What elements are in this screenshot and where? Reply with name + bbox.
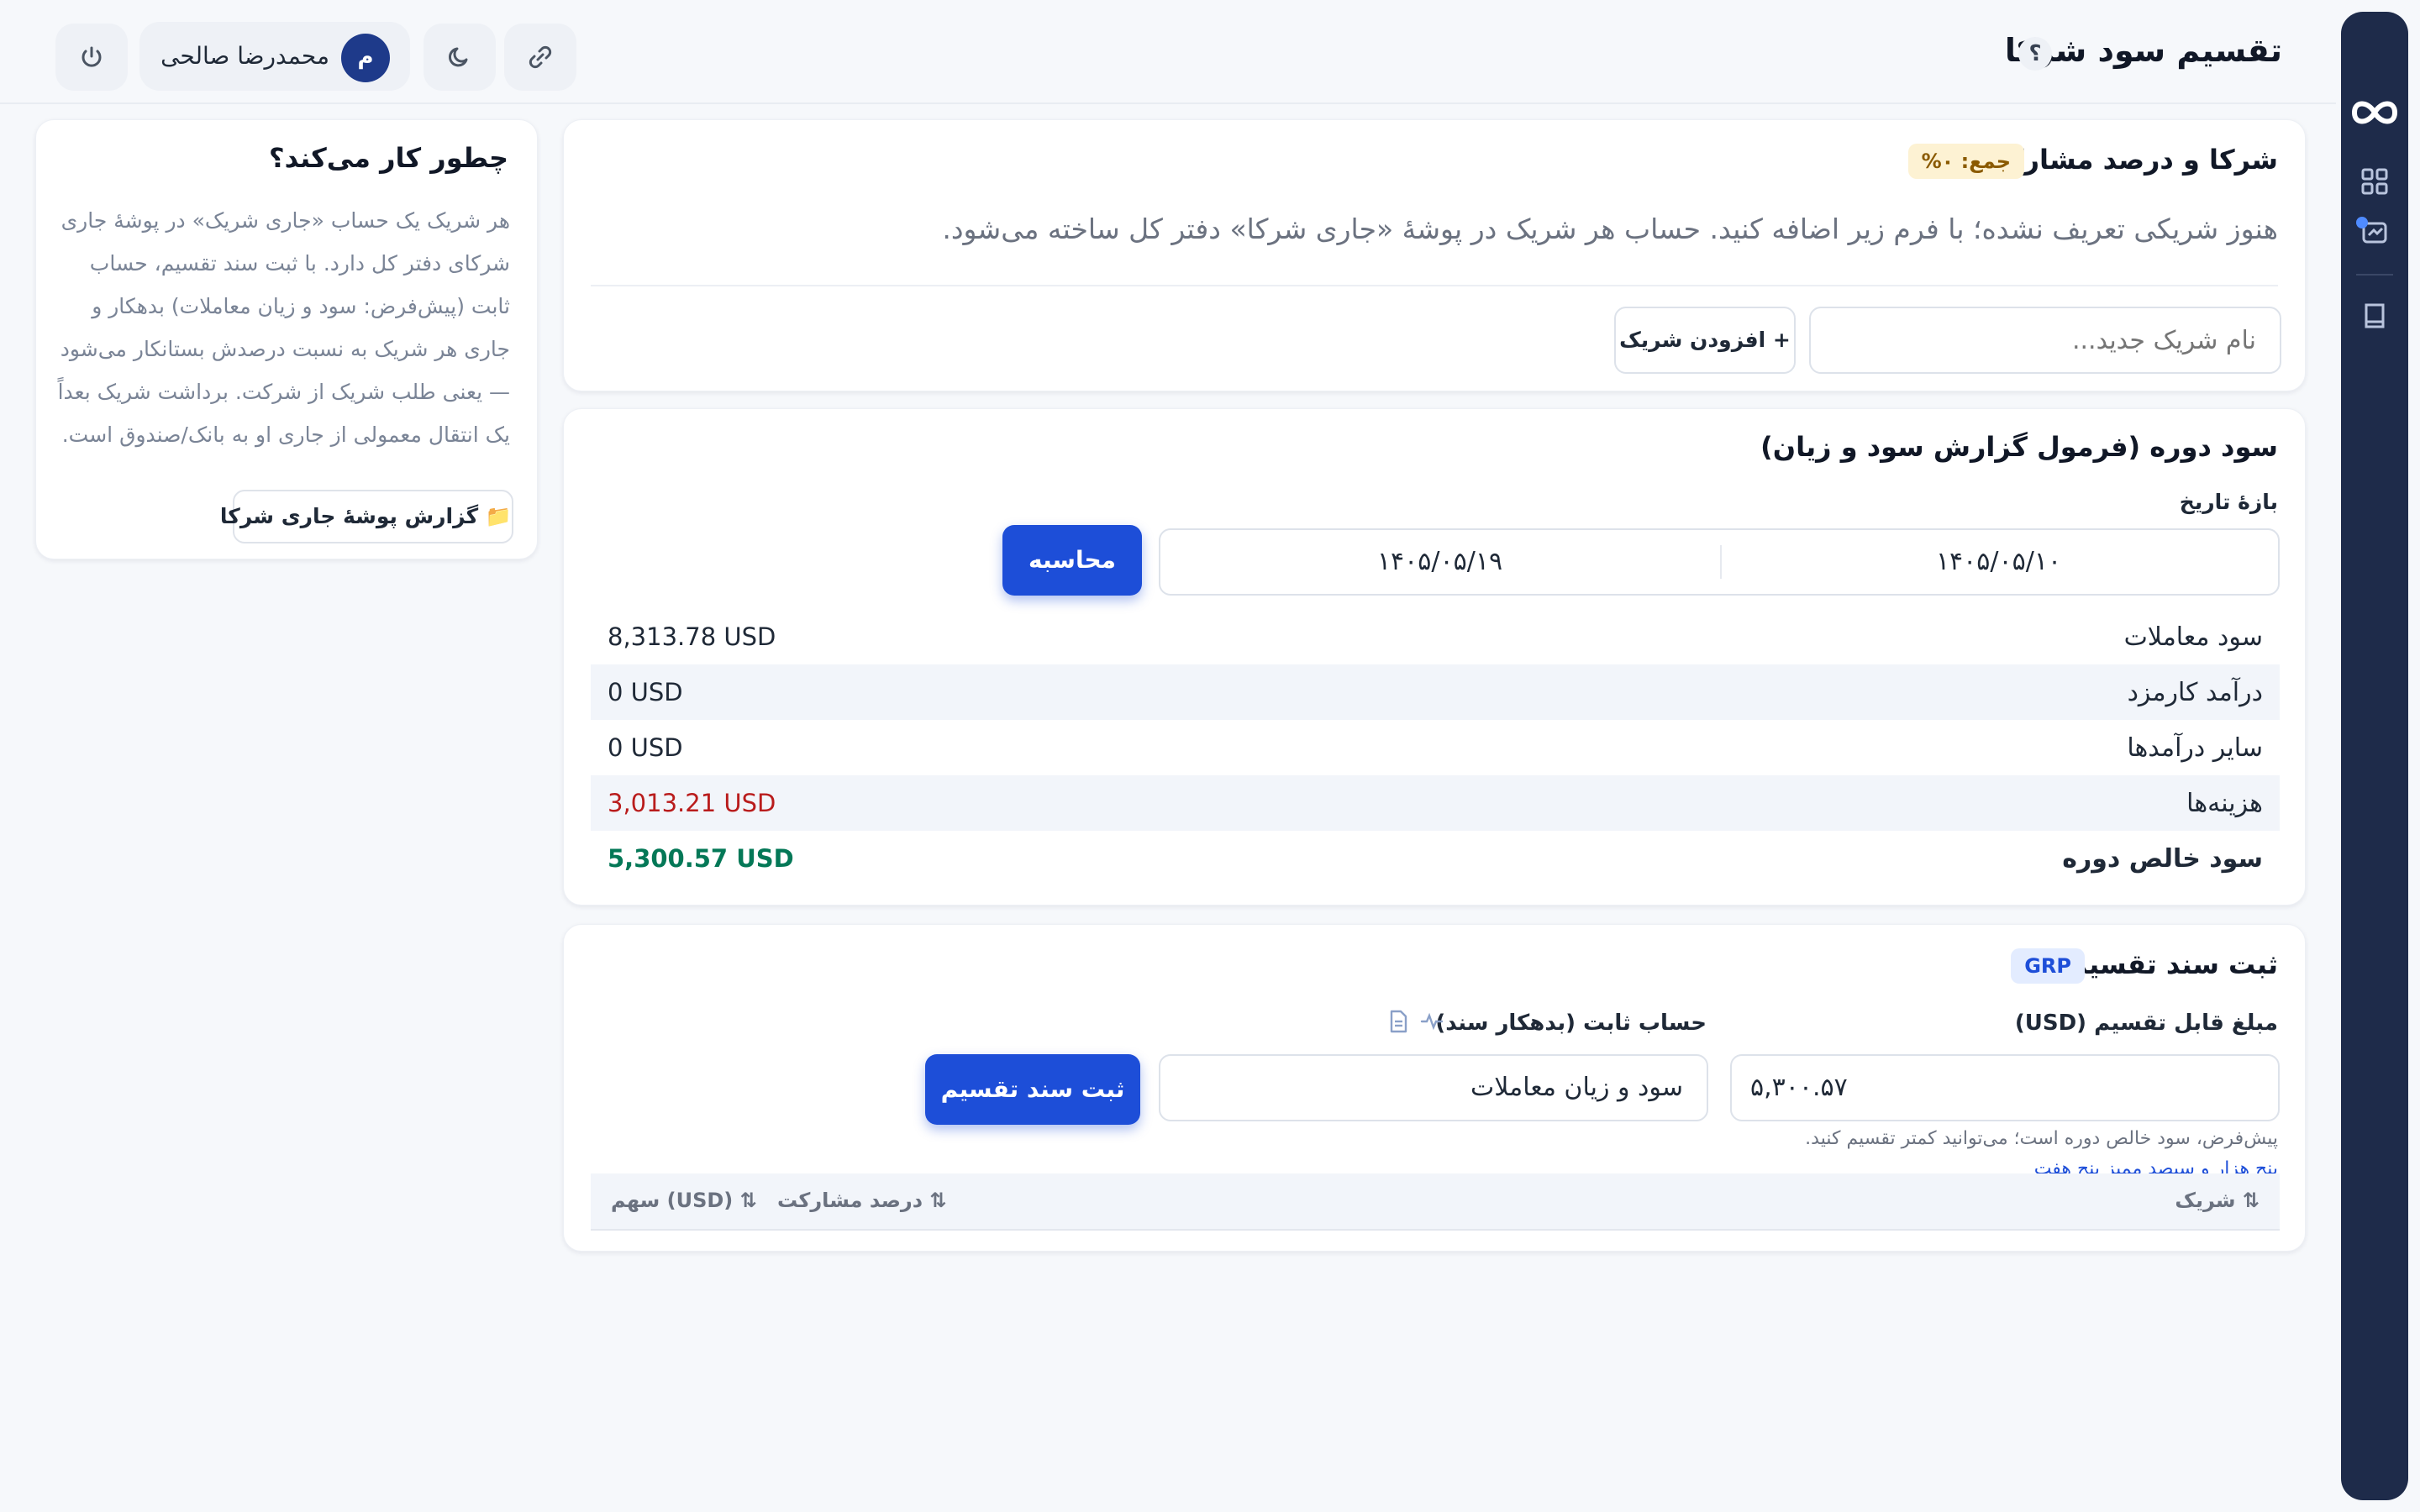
column-header-partner[interactable]: ⇅ شریک — [2175, 1189, 2260, 1212]
shares-table-header: ⇅ شریک ⇅ درصد مشارکت ⇅ (USD) سهم — [591, 1173, 2280, 1231]
profit-row-trade: سود معاملات 8,313.78 USD — [591, 609, 2280, 664]
distribution-card: ثبت سند تقسیم GRP مبلغ قابل تقسیم (USD) … — [563, 924, 2306, 1252]
amount-label: مبلغ قابل تقسیم (USD) — [2014, 1011, 2278, 1036]
ledger-book-icon[interactable] — [2360, 301, 2390, 331]
help-icon[interactable]: ؟ — [2018, 37, 2052, 71]
top-header: تقسیم سود شرکا ؟ محمدرضا صالحی م — [0, 0, 2336, 104]
empty-partners-message: هنوز شریکی تعریف نشده؛ با فرم زیر اضافه … — [942, 213, 2278, 245]
how-it-works-text: هر شریک یک حساب «جاری شریک» در پوشهٔ جار… — [57, 208, 510, 447]
dashboard-grid-icon[interactable] — [2360, 166, 2390, 197]
row-value: 5,300.57 USD — [608, 844, 794, 873]
moon-icon — [449, 47, 468, 67]
row-value: 0 USD — [608, 678, 683, 706]
copy-link-button[interactable] — [504, 24, 576, 91]
row-label: هزینه‌ها — [2186, 789, 2263, 818]
avatar: م — [341, 34, 390, 82]
logout-button[interactable] — [55, 24, 128, 91]
period-profit-card: سود دوره (فرمول گزارش سود و زیان) بازهٔ … — [563, 408, 2306, 906]
row-label: سود معاملات — [2123, 622, 2263, 652]
theme-toggle-button[interactable] — [424, 24, 496, 91]
user-name: محمدرضا صالحی — [160, 42, 329, 70]
partners-card: شرکا و درصد مشارکت جمع: ۰% هنوز شریکی تع… — [563, 119, 2306, 391]
partners-title: شرکا و درصد مشارکت — [1980, 144, 2278, 176]
row-value: 3,013.21 USD — [608, 789, 776, 817]
amount-hint: پیش‌فرض، سود خالص دوره است؛ می‌توانید کم… — [1805, 1128, 2278, 1149]
user-menu[interactable]: محمدرضا صالحی م — [139, 22, 410, 91]
total-percent-badge: جمع: ۰% — [1907, 144, 2024, 179]
side-nav-rail — [2341, 12, 2408, 1500]
column-header-percent[interactable]: ⇅ درصد مشارکت — [777, 1189, 946, 1212]
row-label: درآمد کارمزد — [2127, 678, 2263, 707]
document-icon[interactable] — [1386, 1009, 1411, 1034]
submit-distribution-button[interactable]: ثبت سند تقسیم — [925, 1054, 1140, 1125]
row-value: 8,313.78 USD — [608, 622, 776, 651]
account-label: حساب ثابت (بدهکار سند) — [1435, 1011, 1707, 1036]
rail-divider — [2356, 274, 2393, 276]
row-value: 0 USD — [608, 733, 683, 762]
distributable-amount-input[interactable]: ۵,۳۰۰.۵۷ — [1730, 1054, 2280, 1121]
active-indicator-dot — [2356, 217, 2368, 228]
date-range-label: بازهٔ تاریخ — [2179, 490, 2278, 514]
period-profit-title: سود دوره (فرمول گزارش سود و زیان) — [1760, 431, 2278, 463]
distribution-title: ثبت سند تقسیم — [2067, 948, 2278, 980]
profit-row-fee-income: درآمد کارمزد 0 USD — [591, 664, 2280, 720]
date-range-separator — [1720, 545, 1722, 579]
profit-row-net: سود خالص دوره 5,300.57 USD — [591, 831, 2280, 886]
divider — [591, 285, 2278, 286]
date-to-field[interactable]: ۱۴۰۵/۰۵/۱۹ — [1160, 530, 1719, 594]
partners-folder-report-button[interactable]: 📁 گزارش پوشهٔ جاری شرکا — [220, 490, 513, 543]
power-icon — [82, 46, 102, 67]
fixed-account-select[interactable]: سود و زیان معاملات — [1159, 1054, 1708, 1121]
row-label: سایر درآمدها — [2127, 733, 2263, 763]
infinity-logo-icon[interactable] — [2346, 92, 2403, 133]
group-badge: GRP — [2011, 948, 2085, 984]
profit-row-expenses: هزینه‌ها 3,013.21 USD — [591, 775, 2280, 831]
date-from-field[interactable]: ۱۴۰۵/۰۵/۱۰ — [1719, 530, 2278, 594]
how-it-works-title: چطور کار می‌کند؟ — [269, 142, 508, 174]
pulse-icon[interactable] — [1419, 1009, 1444, 1034]
calculate-button[interactable]: محاسبه — [1002, 525, 1142, 596]
date-range-picker[interactable]: ۱۴۰۵/۰۵/۱۰ ۱۴۰۵/۰۵/۱۹ — [1159, 528, 2280, 596]
new-partner-input[interactable] — [1809, 307, 2281, 374]
link-icon — [529, 45, 552, 69]
profit-row-other-income: سایر درآمدها 0 USD — [591, 720, 2280, 775]
add-partner-button[interactable]: + افزودن شریک — [1614, 307, 1796, 374]
how-it-works-card: چطور کار می‌کند؟ هر شریک یک حساب «جاری ش… — [35, 119, 538, 559]
column-header-share[interactable]: ⇅ (USD) سهم — [611, 1189, 757, 1212]
row-label: سود خالص دوره — [2062, 844, 2263, 874]
